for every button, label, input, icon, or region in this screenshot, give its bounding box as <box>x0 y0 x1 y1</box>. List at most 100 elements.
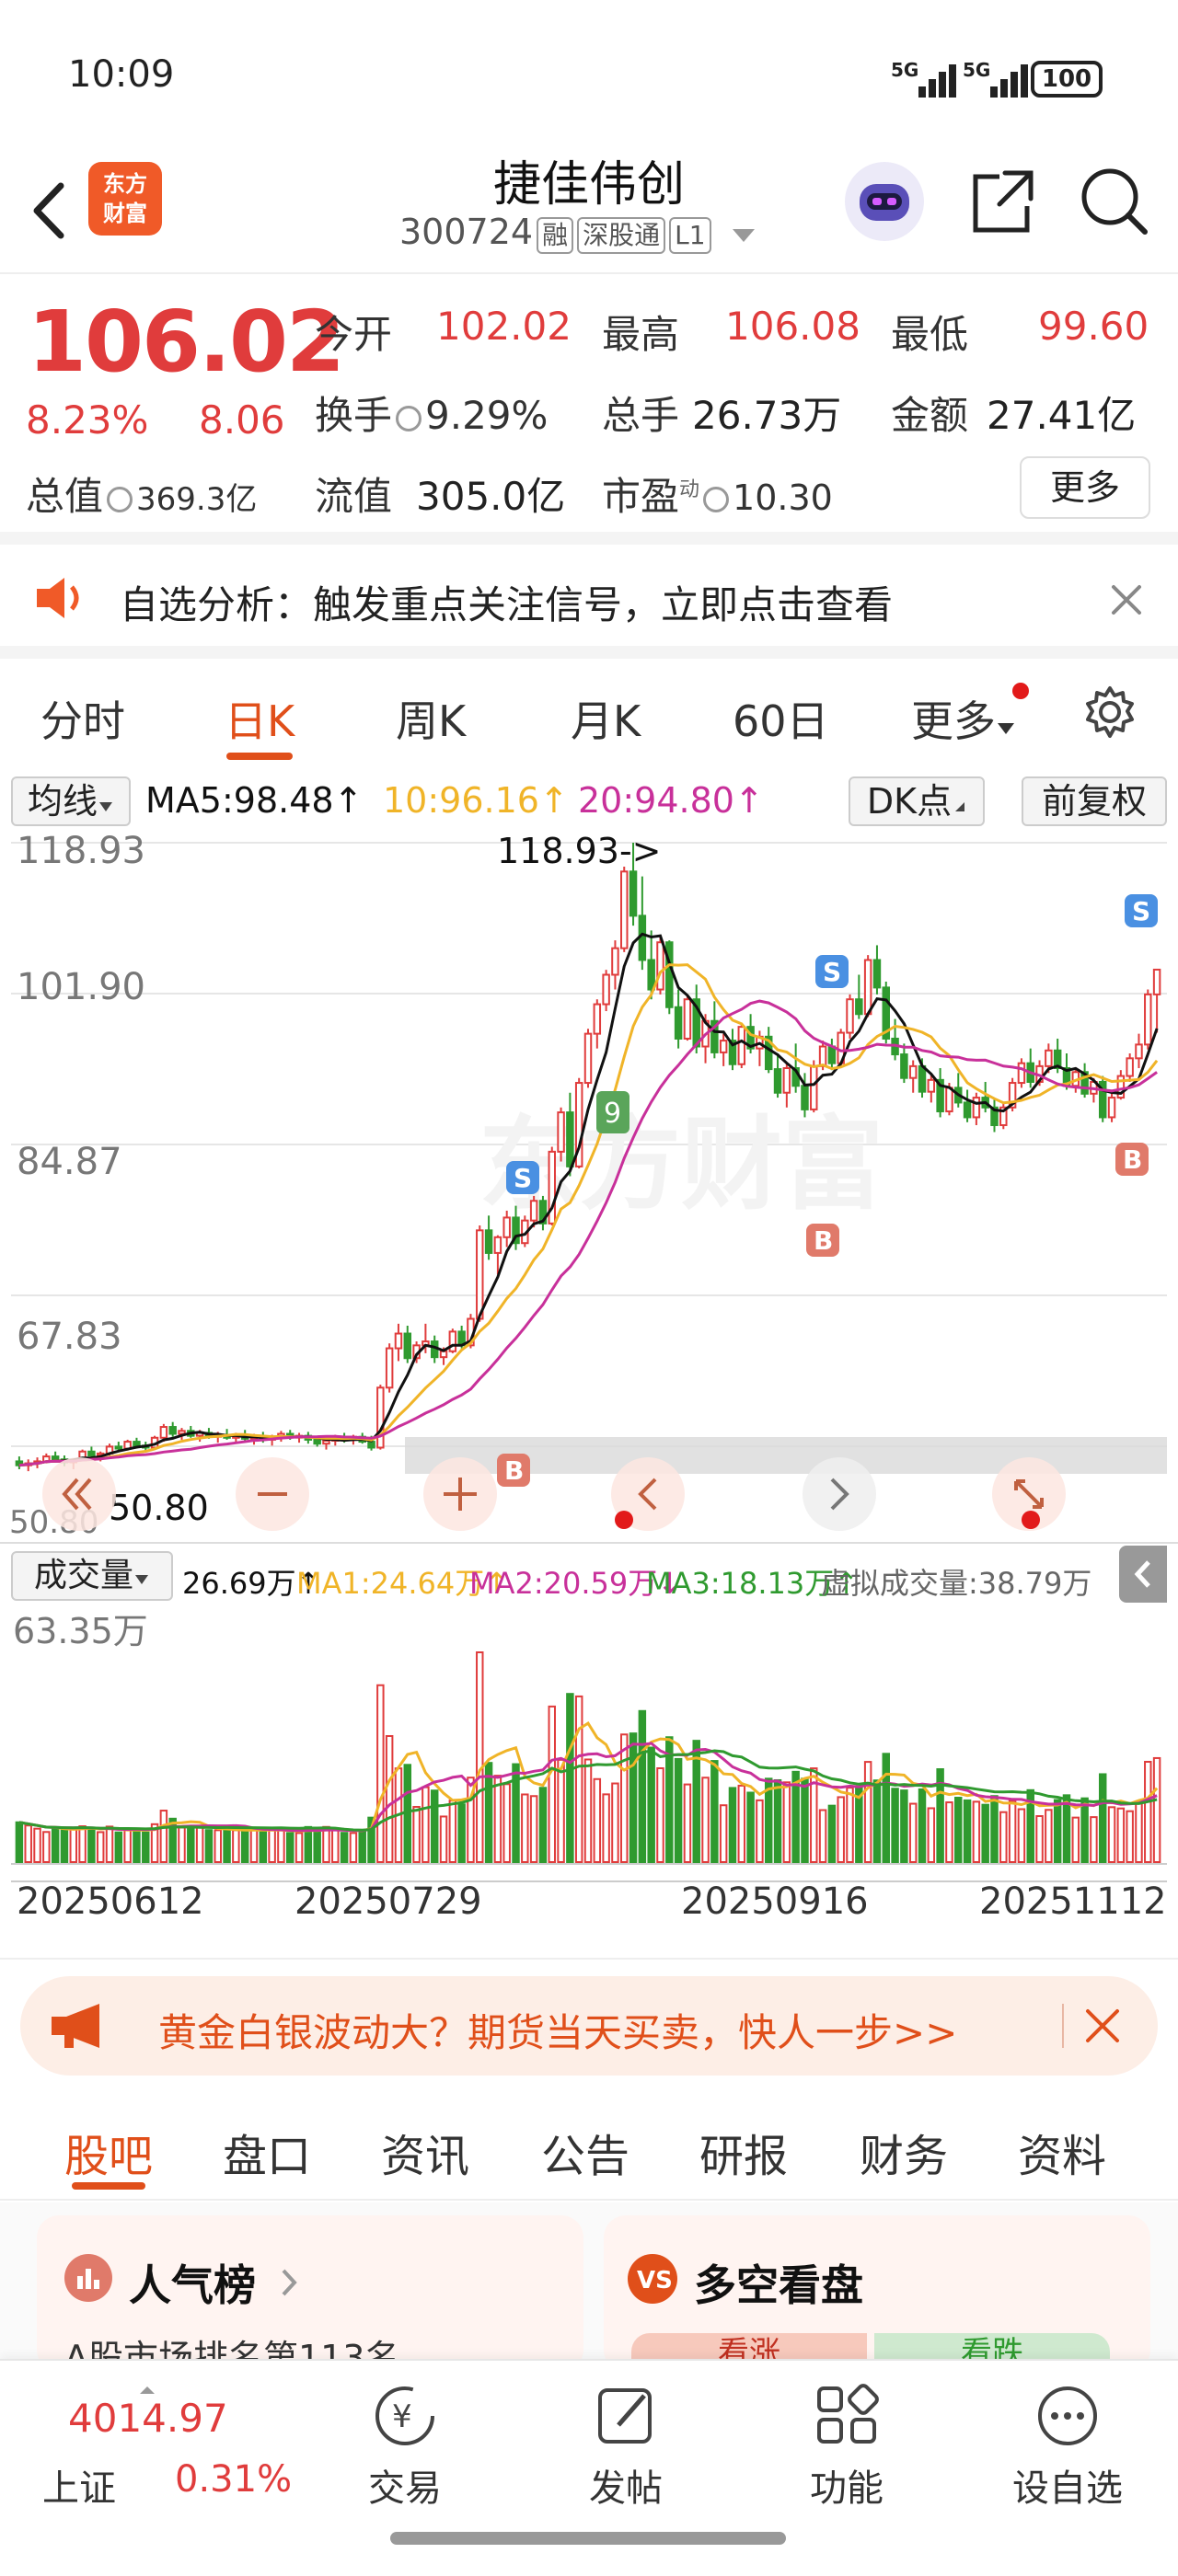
volume-bar <box>999 1811 1008 1864</box>
volume-bar <box>593 1777 602 1863</box>
dropdown-triangle-icon <box>99 802 112 811</box>
turnover-label: 换手 <box>315 393 393 438</box>
tag-margin: 融 <box>537 217 574 254</box>
vs-icon: VS <box>628 2254 677 2304</box>
index-ticker[interactable]: 4014.97 上证 0.31% <box>28 2385 304 2541</box>
candle <box>827 1045 837 1064</box>
volume-bar <box>954 1797 963 1863</box>
volume-bar <box>114 1831 123 1864</box>
tab-monthly-k[interactable]: 月K <box>571 688 641 749</box>
low-value: 99.60 <box>1038 304 1149 349</box>
tab-profile[interactable]: 资料 <box>1018 2120 1106 2184</box>
volume-bars <box>15 1651 1161 1864</box>
megaphone-icon <box>52 2004 99 2048</box>
search-icon[interactable] <box>1077 164 1150 237</box>
nav-post[interactable]: 发帖 <box>552 2458 699 2512</box>
volume-bar <box>313 1828 321 1863</box>
promo-banner[interactable]: 黄金白银波动大？期货当天买卖，快人一步>> <box>20 1976 1158 2076</box>
change-percent: 8.23% <box>26 397 149 443</box>
volume-bar <box>96 1831 105 1864</box>
ma-selector[interactable]: 均线 <box>11 776 131 826</box>
tab-60-day[interactable]: 60日 <box>733 688 829 749</box>
volume-bar <box>178 1826 186 1864</box>
tab-weekly-k[interactable]: 周K <box>396 688 466 749</box>
dropdown-triangle-icon <box>998 723 1014 734</box>
more-quote-button[interactable]: 更多 <box>1020 456 1150 519</box>
index-value: 4014.97 <box>68 2396 228 2441</box>
volume-bar <box>981 1803 989 1864</box>
tab-research[interactable]: 研报 <box>699 2120 788 2184</box>
volume-bar <box>439 1815 448 1864</box>
alert-text: 自选分析：触发重点关注信号，立即点击查看 <box>120 582 894 627</box>
volume-bar <box>195 1826 204 1863</box>
candle <box>385 1347 394 1389</box>
tab-finance[interactable]: 财务 <box>860 2120 948 2184</box>
candle <box>846 998 854 1034</box>
virtual-volume: 虚拟成交量:38.79万 <box>821 1566 1092 1601</box>
volume-bar <box>773 1778 782 1863</box>
banner-text: 黄金白银波动大？期货当天买卖，快人一步>> <box>158 2010 958 2055</box>
high-label: 最高 <box>602 312 680 357</box>
candle <box>566 1111 574 1167</box>
bull-bear-card[interactable]: VS 多空看盘 看涨 看跌 <box>604 2215 1150 2372</box>
volume-bar <box>249 1829 259 1863</box>
date-label-2: 20250729 <box>294 1880 482 1923</box>
ai-assistant-avatar[interactable] <box>845 162 924 241</box>
tab-guba[interactable]: 股吧 <box>64 2120 153 2184</box>
sell-signal-marker: S <box>1132 896 1150 926</box>
volume-bar <box>638 1709 647 1863</box>
ma10-value: 10:96.16↑ <box>383 780 569 821</box>
volume-bar <box>927 1807 936 1863</box>
nav-add-watchlist[interactable]: 设自选 <box>994 2458 1141 2512</box>
volume-selector[interactable]: 成交量 <box>11 1551 173 1601</box>
ma-row: 均线 MA5:98.48↑ 10:96.16↑ 20:94.80↑ DK点 前复… <box>0 771 1178 830</box>
volume-bar <box>322 1825 330 1863</box>
nav-trade[interactable]: 交易 <box>331 2458 479 2512</box>
sell-signal-marker: S <box>514 1163 532 1193</box>
tab-more[interactable]: 更多 <box>911 688 1016 749</box>
candle <box>376 1386 385 1449</box>
volume-chart[interactable]: 63.35万 <box>0 1606 1178 1866</box>
stock-code-row[interactable]: 300724 融深股通 L1 <box>399 212 757 254</box>
turnover-row[interactable]: 换手 9.29% <box>315 385 548 441</box>
settings-gear-icon[interactable] <box>1082 684 1138 740</box>
tab-announcements[interactable]: 公告 <box>541 2120 629 2184</box>
share-icon[interactable] <box>966 164 1036 237</box>
tab-daily-k[interactable]: 日K <box>225 688 294 749</box>
buy-signal-marker: B <box>814 1225 833 1256</box>
candle <box>133 1441 141 1447</box>
volume-bar <box>385 1734 394 1863</box>
volume-bar <box>1090 1816 1098 1864</box>
tab-timeshare[interactable]: 分时 <box>40 688 125 749</box>
close-icon[interactable] <box>1084 2007 1121 2044</box>
volume-bar <box>521 1793 529 1863</box>
close-icon[interactable] <box>1110 583 1143 616</box>
ranking-icon <box>64 2254 112 2302</box>
dk-point-selector[interactable]: DK点 <box>849 776 985 826</box>
pe-row[interactable]: 市盈动 10.30 <box>602 466 833 522</box>
collapse-panel-button[interactable] <box>1119 1546 1167 1603</box>
dropdown-triangle-icon <box>732 229 755 242</box>
total-value-label[interactable]: 总值 369.3亿 <box>26 466 257 522</box>
adjust-selector[interactable]: 前复权 <box>1022 776 1167 826</box>
popularity-card[interactable]: 人气榜 A股市场排名第113名 <box>37 2215 583 2378</box>
candlestick-chart[interactable]: 东方财富 118.93 101.90 84.87 67.83 50.80 118… <box>0 832 1178 1540</box>
candle <box>818 1045 827 1067</box>
volume-bar <box>376 1684 385 1863</box>
volume-bar <box>846 1787 854 1864</box>
chevron-left-icon <box>1134 1560 1150 1588</box>
nav-functions[interactable]: 功能 <box>773 2458 920 2512</box>
stock-code: 300724 <box>399 212 534 252</box>
tab-news[interactable]: 资讯 <box>381 2120 469 2184</box>
tab-pankou[interactable]: 盘口 <box>223 2120 311 2184</box>
alert-bar[interactable]: 自选分析：触发重点关注信号，立即点击查看 <box>0 546 1178 659</box>
volume-bar <box>1053 1799 1062 1864</box>
volume-bar <box>448 1800 457 1863</box>
candle <box>719 1040 728 1053</box>
volume-bar <box>105 1825 114 1864</box>
volume-bar <box>737 1784 746 1863</box>
candle <box>647 959 655 991</box>
volume-bar <box>908 1802 918 1863</box>
volume-bar <box>1062 1794 1071 1863</box>
volume-bar <box>187 1826 195 1864</box>
